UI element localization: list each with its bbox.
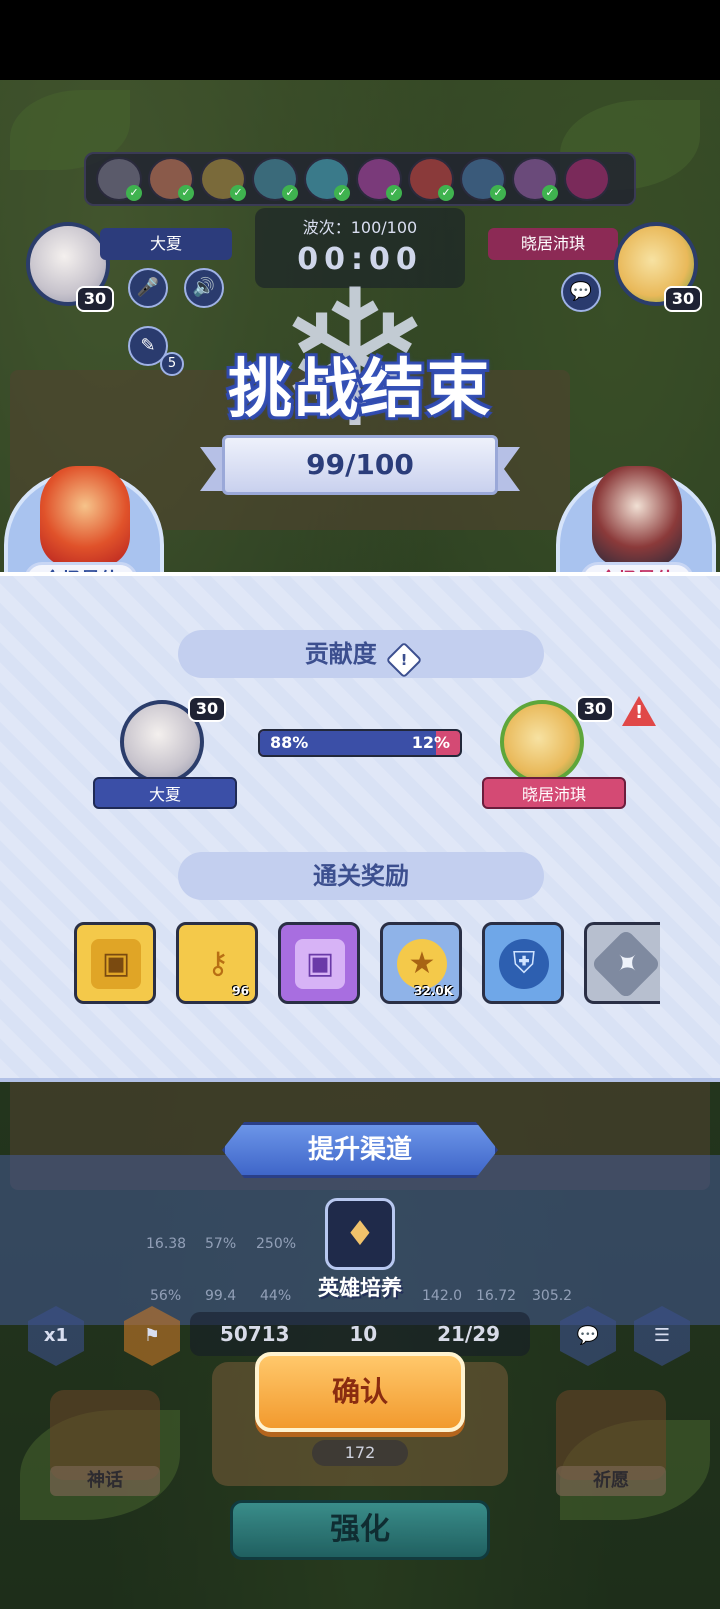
ghost-stat: 57% (205, 1236, 237, 1252)
reward-gold-chest[interactable]: ▣ (74, 922, 156, 1004)
silver-coin-count: 50713 (219, 1322, 290, 1346)
ghost-stat: 56% (150, 1288, 182, 1304)
myth-label[interactable]: 神话 (50, 1466, 160, 1496)
star-crystal-icon: ✦ (590, 928, 662, 1000)
unit-count: 21/29 (437, 1322, 501, 1346)
info-icon[interactable]: ! (385, 641, 423, 679)
hero-roster-bar: ✓ ✓ ✓ ✓ ✓ ✓ ✓ ✓ ✓ (84, 152, 636, 206)
reward-qty: 32.0K (414, 984, 453, 998)
contribution-bar: 88% 12% (258, 729, 462, 757)
hero-slot: ✓ (252, 157, 298, 201)
hero-training-icon[interactable]: ♦ (325, 1198, 395, 1270)
hero-slot (564, 157, 610, 201)
wish-label[interactable]: 祈愿 (556, 1466, 666, 1496)
reward-key[interactable]: ⚷ 96 (176, 922, 258, 1004)
mvp-left-hero (40, 466, 130, 566)
reward-qty: 96 (232, 984, 249, 998)
hero-slot: ✓ (460, 157, 506, 201)
hero-slot: ✓ (304, 157, 350, 201)
status-bar-area (0, 0, 720, 80)
result-title: 挑战结束 (228, 353, 492, 427)
result-score: 99/100 (222, 435, 498, 495)
mvp-right-hero (592, 466, 682, 566)
contribution-title: 贡献度 (304, 640, 377, 668)
ghost-stat: 305.2 (532, 1288, 573, 1304)
hero-slot: ✓ (408, 157, 454, 201)
warning-icon[interactable]: ! (622, 696, 656, 726)
gold-coin-icon: ★ (397, 939, 447, 989)
ghost-stat: 99.4 (205, 1288, 237, 1304)
clover-count: 10 (349, 1322, 378, 1346)
confirm-button[interactable]: 确认 (255, 1352, 465, 1432)
reward-star-crystal[interactable]: ✦ (584, 922, 662, 1004)
contrib-right-name: 晓居沛琪 (482, 777, 626, 809)
contrib-left-percent: 88% (270, 733, 309, 752)
shield-icon: ⛨ (499, 939, 549, 989)
right-player-level: 30 (664, 286, 702, 312)
left-player-name: 大夏 (100, 228, 232, 260)
hero-slot: ✓ (148, 157, 194, 201)
ghost-stat: 250% (256, 1236, 297, 1252)
contrib-right-level: 30 (576, 696, 614, 722)
reward-shield[interactable]: ⛨ (482, 922, 564, 1004)
purple-chest-icon: ▣ (295, 939, 345, 989)
enhance-cost: 172 (312, 1440, 408, 1466)
contrib-right-percent: 12% (411, 733, 450, 752)
rewards-header: 通关奖励 (178, 852, 544, 900)
strengthen-button[interactable]: 强化 (230, 1500, 490, 1560)
contribution-header: 贡献度 ! (178, 630, 544, 679)
boost-header: 提升渠道 (222, 1122, 498, 1178)
hero-slot: ✓ (356, 157, 402, 201)
ghost-stat: 16.72 (476, 1288, 517, 1304)
contrib-left-name: 大夏 (93, 777, 237, 809)
contrib-right-avatar (500, 700, 584, 784)
hero-slot: ✓ (96, 157, 142, 201)
resource-bar: 50713 10 21/29 (190, 1312, 530, 1356)
reward-gold-coin[interactable]: ★ 32.0K (380, 922, 462, 1004)
contrib-left-level: 30 (188, 696, 226, 722)
ghost-stat: 16.38 (146, 1236, 187, 1252)
left-player-level: 30 (76, 286, 114, 312)
hero-training-label[interactable]: 英雄培养 (290, 1272, 430, 1302)
wave-label: 波次：100/100 (302, 218, 418, 237)
hero-slot: ✓ (200, 157, 246, 201)
reward-purple-chest[interactable]: ▣ (278, 922, 360, 1004)
right-player-name: 晓居沛琪 (488, 228, 618, 260)
ghost-stat: 44% (260, 1288, 292, 1304)
hero-slot: ✓ (512, 157, 558, 201)
key-icon: ⚷ (207, 946, 229, 981)
gold-chest-icon: ▣ (91, 939, 141, 989)
